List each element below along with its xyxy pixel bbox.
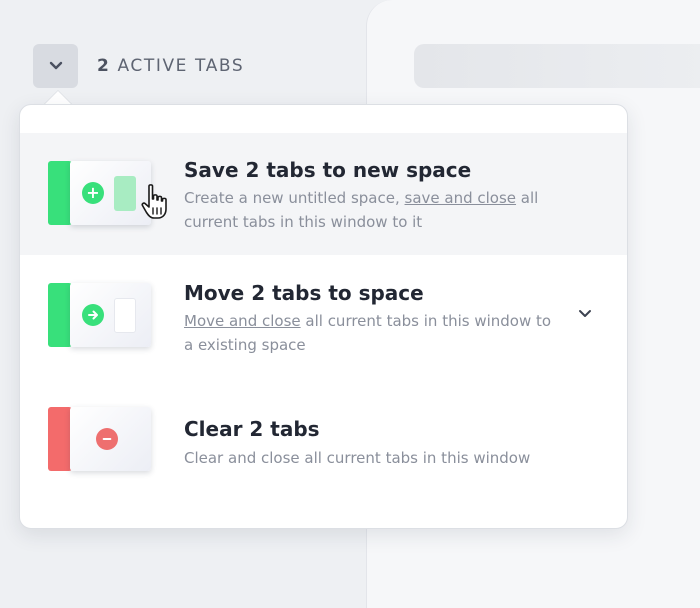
thumbnail-card	[70, 283, 151, 347]
thumbnail-slot	[114, 298, 136, 333]
move-and-close-link[interactable]: Move and close	[184, 312, 301, 330]
hand-pointer-cursor-icon	[141, 184, 167, 219]
active-tabs-label: ACTIVE TABS	[117, 56, 245, 76]
minus-icon	[96, 428, 118, 450]
plus-icon: +	[82, 182, 104, 204]
popup-caret	[44, 91, 72, 105]
option-description: Clear and close all current tabs in this…	[184, 446, 564, 470]
collapse-toggle-button[interactable]	[33, 44, 78, 88]
option-description: Move and close all current tabs in this …	[184, 309, 564, 357]
option-description: Create a new untitled space, save and cl…	[184, 186, 564, 234]
move-to-space-option[interactable]: Move 2 tabs to space Move and close all …	[20, 255, 627, 377]
chevron-down-icon	[49, 61, 62, 70]
clear-thumbnail	[48, 407, 151, 471]
desc-text: Create a new untitled space,	[184, 189, 405, 207]
move-thumbnail	[48, 283, 151, 347]
save-thumbnail: +	[48, 161, 151, 225]
thumbnail-card	[70, 407, 151, 471]
save-and-close-link[interactable]: save and close	[405, 189, 517, 207]
active-tabs-count: 2	[97, 56, 111, 76]
option-title: Move 2 tabs to space	[184, 281, 424, 305]
thumbnail-stripe	[48, 161, 72, 225]
thumbnail-stripe	[48, 283, 72, 347]
option-title: Clear 2 tabs	[184, 417, 320, 441]
tabs-action-menu: + Save 2 tabs to new space Create a new …	[19, 104, 628, 529]
clear-tabs-option[interactable]: Clear 2 tabs Clear and close all current…	[20, 377, 627, 499]
thumbnail-card: +	[70, 161, 151, 225]
arrow-right-icon	[82, 304, 104, 326]
save-to-new-space-option[interactable]: + Save 2 tabs to new space Create a new …	[20, 133, 627, 255]
active-tabs-header: 2 ACTIVE TABS	[97, 56, 244, 76]
desc-text: Clear and close all current tabs in this…	[184, 449, 531, 467]
option-title: Save 2 tabs to new space	[184, 158, 472, 182]
thumbnail-stripe	[48, 407, 72, 471]
expand-spaces-chevron-icon[interactable]	[578, 309, 592, 319]
thumbnail-slot	[114, 176, 136, 211]
background-search-bar	[414, 44, 700, 88]
